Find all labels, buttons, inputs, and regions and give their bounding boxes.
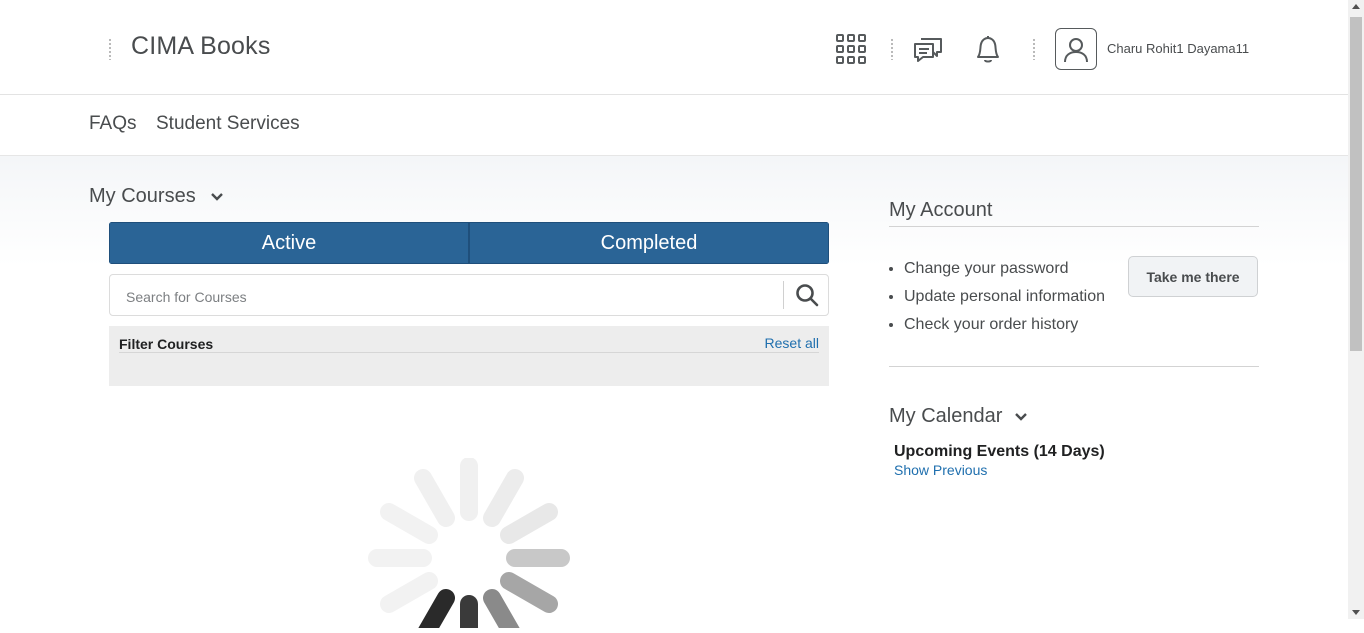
scroll-down-arrow-icon[interactable]: [1352, 610, 1360, 615]
reset-all-link[interactable]: Reset all: [765, 335, 819, 351]
divider: [891, 38, 893, 60]
my-account-title: My Account: [889, 199, 993, 221]
divider: [119, 352, 819, 353]
show-previous-link[interactable]: Show Previous: [894, 462, 987, 478]
user-avatar-icon[interactable]: [1055, 28, 1097, 70]
username[interactable]: Charu Rohit1 Dayama11: [1107, 41, 1249, 56]
divider: [889, 366, 1259, 367]
search-icon[interactable]: [790, 279, 824, 311]
waffle-icon[interactable]: [833, 32, 869, 66]
list-item: Update personal information: [904, 283, 1105, 311]
nav-item-student-services[interactable]: Student Services: [156, 113, 300, 135]
brand-title[interactable]: CIMA Books: [131, 32, 271, 61]
upcoming-events-heading: Upcoming Events (14 Days): [894, 443, 1105, 460]
my-calendar-header[interactable]: My Calendar: [889, 405, 1028, 428]
divider: [109, 38, 111, 60]
divider: [783, 281, 784, 309]
vertical-scrollbar[interactable]: [1348, 0, 1364, 619]
course-tabs: Active Completed: [109, 222, 829, 264]
tab-completed[interactable]: Completed: [469, 222, 829, 264]
my-courses-header[interactable]: My Courses: [89, 185, 224, 208]
search-input[interactable]: [124, 285, 768, 309]
nav-bar: FAQs Student Services: [0, 95, 1348, 156]
chevron-down-icon[interactable]: [210, 185, 224, 208]
chat-icon[interactable]: [908, 30, 948, 68]
course-search: [109, 274, 829, 316]
top-header: CIMA Books Charu Rohit1 Dayama11: [0, 0, 1348, 95]
divider: [889, 226, 1259, 227]
scroll-up-arrow-icon[interactable]: [1352, 4, 1360, 9]
bell-icon[interactable]: [968, 30, 1008, 68]
account-list: Change your password Update personal inf…: [889, 255, 1105, 339]
my-courses-title: My Courses: [89, 185, 196, 207]
filter-label: Filter Courses: [119, 336, 214, 352]
nav-item-faqs[interactable]: FAQs: [89, 113, 137, 135]
loading-spinner-icon: [368, 457, 570, 633]
take-me-there-button[interactable]: Take me there: [1128, 256, 1258, 297]
scrollbar-thumb[interactable]: [1350, 17, 1362, 351]
list-item: Change your password: [904, 255, 1105, 283]
divider: [1033, 38, 1035, 60]
list-item: Check your order history: [904, 311, 1105, 339]
tab-active[interactable]: Active: [109, 222, 469, 264]
main-content: My Courses Active Completed Filter Cours…: [0, 156, 1348, 633]
filter-panel: Filter Courses Reset all: [109, 326, 829, 386]
chevron-down-icon[interactable]: [1014, 405, 1028, 428]
my-calendar-title: My Calendar: [889, 405, 1003, 427]
